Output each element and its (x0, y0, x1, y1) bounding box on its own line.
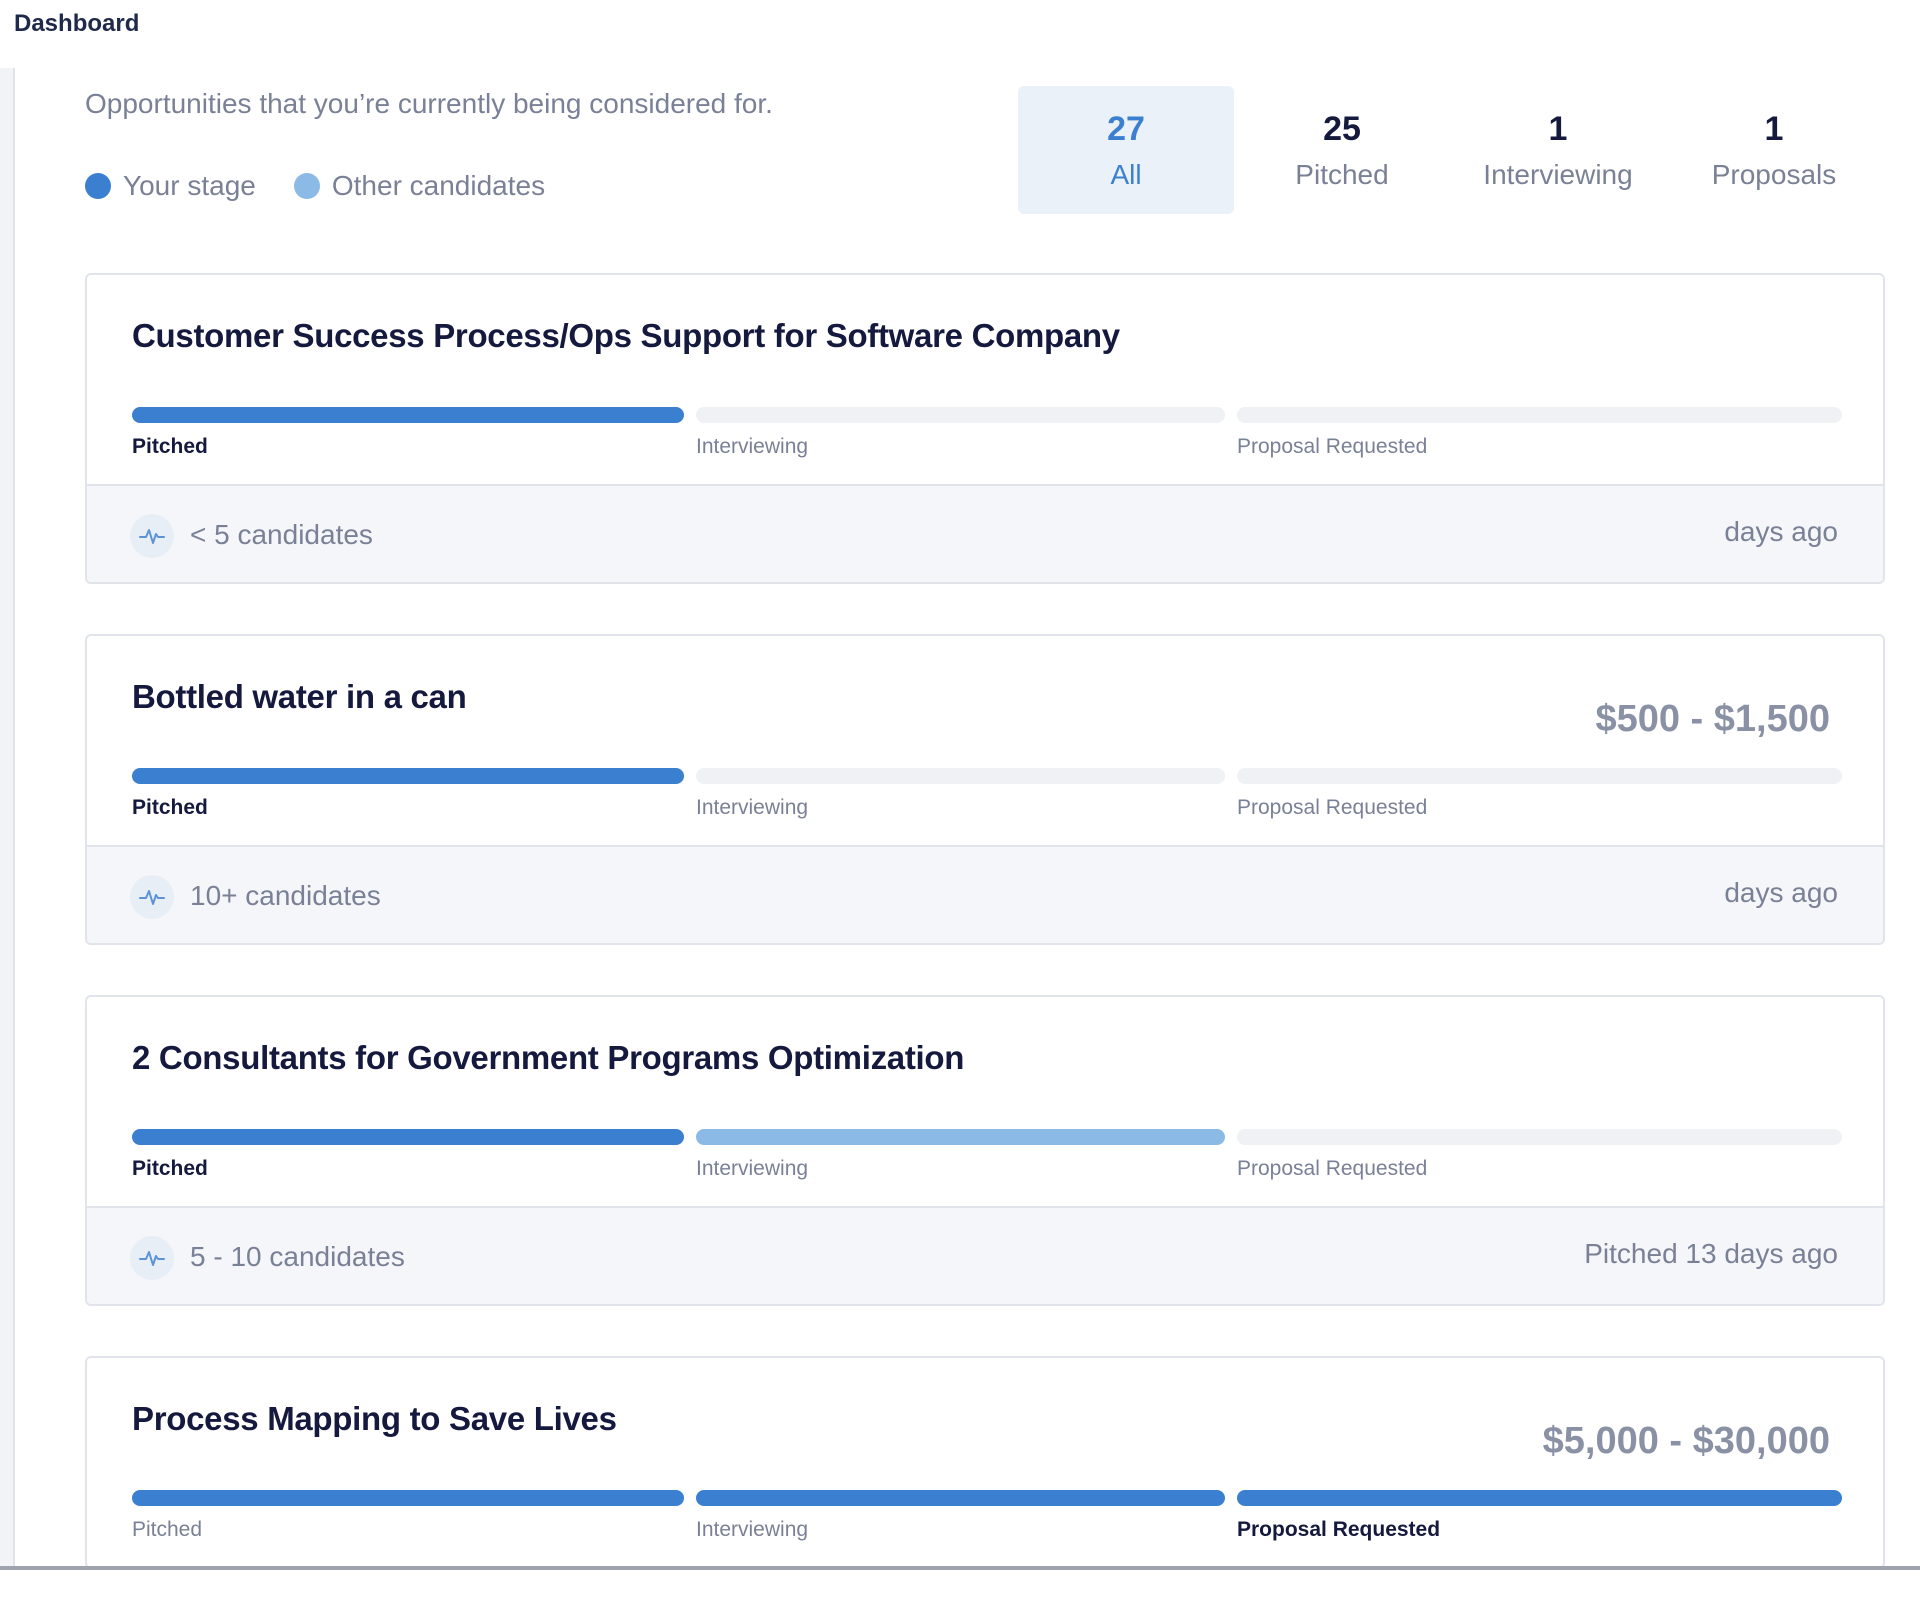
stage-label: Pitched (132, 1518, 203, 1541)
stage-label: Interviewing (696, 1157, 809, 1180)
filter-label: Pitched (1295, 158, 1389, 190)
stage-label: Proposal Requested (1237, 435, 1428, 458)
stage-bar (696, 768, 1225, 784)
filter-count: 1 (1764, 109, 1784, 148)
legend-item-other-candidates: Other candidates (293, 170, 546, 202)
stage-proposal-requested: Proposal Requested (1237, 407, 1842, 467)
card-header: Bottled water in a can $500 - $1,500 Pitch… (87, 636, 1883, 845)
stage-label: Proposal Requested (1237, 1157, 1428, 1180)
filter-tab-all[interactable]: 27 All (1018, 86, 1234, 214)
stage-pitched: Pitched (132, 1490, 684, 1550)
stage-label: Pitched (132, 1157, 208, 1180)
filter-tab-pitched[interactable]: 25 Pitched (1234, 86, 1450, 214)
filter-count: 27 (1107, 109, 1145, 148)
pulse-icon (130, 875, 174, 919)
stage-bar (132, 1490, 684, 1506)
opportunity-title[interactable]: 2 Consultants for Government Programs Op… (132, 1039, 964, 1077)
stage-interviewing: Interviewing (696, 768, 1225, 828)
stage-interviewing: Interviewing (696, 1129, 1225, 1189)
stage-label: Interviewing (696, 435, 809, 458)
stage-bar (1237, 768, 1842, 784)
filter-label: Interviewing (1483, 158, 1633, 190)
candidate-count: < 5 candidates (190, 519, 373, 550)
stage-progress: Pitched Interviewing Proposal Requested (132, 1129, 1842, 1189)
stage-label: Interviewing (696, 1518, 809, 1541)
stage-proposal-requested: Proposal Requested (1237, 1129, 1842, 1189)
opportunity-card[interactable]: Bottled water in a can $500 - $1,500 Pitch… (85, 634, 1885, 945)
time-ago: Pitched 13 days ago (1584, 1238, 1838, 1269)
window-bottom-edge (0, 1566, 1920, 1570)
budget-range: $500 - $1,500 (1595, 698, 1830, 740)
stage-proposal-requested: Proposal Requested (1237, 1490, 1842, 1550)
stage-bar (132, 1129, 684, 1145)
card-header: Process Mapping to Save Lives $5,000 - $3… (87, 1358, 1883, 1567)
opportunity-list: Customer Success Process/Ops Support for… (85, 273, 1885, 1619)
stage-pitched: Pitched (132, 1129, 684, 1189)
legend-item-your-stage: Your stage (85, 170, 256, 202)
card-header: 2 Consultants for Government Programs Op… (87, 997, 1883, 1206)
stage-label: Pitched (132, 796, 208, 819)
opportunity-title[interactable]: Customer Success Process/Ops Support for… (132, 317, 1120, 355)
candidate-count: 5 - 10 candidates (190, 1241, 405, 1272)
sidebar-edge (0, 68, 15, 1570)
stage-interviewing: Interviewing (696, 407, 1225, 467)
stage-label: Pitched (132, 435, 208, 458)
stage-progress: Pitched Interviewing Proposal Requested (132, 1490, 1842, 1550)
stage-interviewing: Interviewing (696, 1490, 1225, 1550)
stage-bar (132, 768, 684, 784)
budget-range: $5,000 - $30,000 (1542, 1420, 1830, 1462)
opportunity-title[interactable]: Bottled water in a can (132, 678, 467, 716)
card-footer: 10+ candidates days ago (87, 845, 1883, 943)
page-title: Dashboard (14, 10, 140, 37)
legend-label: Other candidates (331, 170, 546, 201)
legend-label: Your stage (123, 170, 256, 201)
stage-pitched: Pitched (132, 407, 684, 467)
page-subtitle: Opportunities that you’re currently bein… (85, 88, 773, 119)
pulse-icon (130, 514, 174, 558)
stage-bar (696, 1490, 1225, 1506)
stage-pitched: Pitched (132, 768, 684, 828)
your-stage-dot-icon (85, 173, 111, 199)
stage-label: Proposal Requested (1237, 1518, 1441, 1541)
time-ago: days ago (1724, 516, 1838, 547)
stage-bar (696, 1129, 1225, 1145)
stage-label: Proposal Requested (1237, 796, 1428, 819)
stage-progress: Pitched Interviewing Proposal Requested (132, 407, 1842, 467)
card-footer: < 5 candidates days ago (87, 484, 1883, 582)
time-ago: days ago (1724, 877, 1838, 908)
top-bar: Dashboard (0, 0, 1920, 68)
filter-count: 25 (1323, 109, 1361, 148)
pulse-icon (130, 1236, 174, 1280)
card-footer: 5 - 10 candidates Pitched 13 days ago (87, 1206, 1883, 1304)
candidate-count: 10+ candidates (190, 880, 381, 911)
stage-bar (132, 407, 684, 423)
filter-tab-interviewing[interactable]: 1 Interviewing (1450, 86, 1666, 214)
filter-label: All (1110, 158, 1142, 190)
stage-bar (696, 407, 1225, 423)
stage-proposal-requested: Proposal Requested (1237, 768, 1842, 828)
opportunity-title[interactable]: Process Mapping to Save Lives (132, 1400, 617, 1438)
filter-label: Proposals (1711, 158, 1837, 190)
stage-bar (1237, 1490, 1842, 1506)
card-header: Customer Success Process/Ops Support for… (87, 275, 1883, 484)
opportunity-card[interactable]: Customer Success Process/Ops Support for… (85, 273, 1885, 584)
other-candidates-dot-icon (293, 173, 320, 199)
stage-label: Interviewing (696, 796, 809, 819)
filter-tab-proposals[interactable]: 1 Proposals (1666, 86, 1882, 214)
stage-legend: Your stage Other candidates (85, 170, 583, 202)
opportunity-card[interactable]: Process Mapping to Save Lives $5,000 - $3… (85, 1356, 1885, 1569)
opportunity-card[interactable]: 2 Consultants for Government Programs Op… (85, 995, 1885, 1306)
filter-count: 1 (1548, 109, 1568, 148)
stage-filter-tabs: 27 All 25 Pitched 1 Interviewing 1 Proposals (1018, 86, 1882, 214)
stage-bar (1237, 407, 1842, 423)
stage-progress: Pitched Interviewing Proposal Requested (132, 768, 1842, 828)
stage-bar (1237, 1129, 1842, 1145)
